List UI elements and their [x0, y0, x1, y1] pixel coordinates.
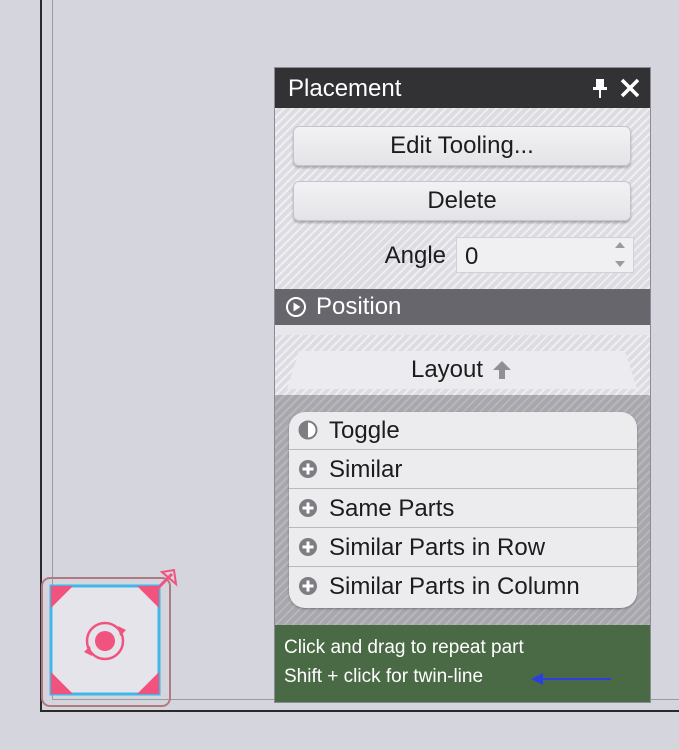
layout-section: Layout Toggle Similar Same Parts Similar… — [275, 325, 650, 625]
position-section-header[interactable]: Position — [275, 289, 650, 325]
hint-text-drag: Click and drag to repeat part — [284, 637, 524, 658]
panel-title: Placement — [288, 75, 402, 102]
spin-up-icon[interactable] — [615, 242, 625, 248]
angle-label: Angle — [384, 242, 446, 269]
resize-arrow-icon[interactable] — [150, 568, 178, 596]
close-icon[interactable] — [619, 77, 641, 99]
plus-circle-icon — [299, 577, 317, 595]
layout-tab[interactable]: Layout — [287, 351, 637, 389]
layout-label: Layout — [410, 356, 484, 383]
layout-options-list: Toggle Similar Same Parts Similar Parts … — [289, 412, 637, 608]
option-label: Toggle — [329, 417, 400, 444]
option-label: Similar Parts in Column — [329, 573, 580, 600]
placement-panel: Placement Edit Tooling... Delete Angle 0… — [274, 67, 651, 703]
option-same-parts[interactable]: Same Parts — [289, 490, 637, 528]
angle-value[interactable]: 0 — [465, 243, 478, 271]
plus-circle-icon — [299, 460, 317, 478]
option-similar-parts-in-row[interactable]: Similar Parts in Row — [289, 529, 637, 567]
arrow-up-icon — [493, 361, 512, 379]
spin-down-icon[interactable] — [615, 261, 625, 267]
pin-icon[interactable] — [591, 77, 609, 99]
hint-text-shift: Shift + click for twin-line — [284, 666, 484, 687]
option-similar-parts-in-column[interactable]: Similar Parts in Column — [289, 568, 637, 606]
delete-button[interactable]: Delete — [293, 181, 631, 221]
panel-header[interactable]: Placement — [275, 68, 650, 108]
plus-circle-icon — [299, 499, 317, 517]
layout-options-area: Toggle Similar Same Parts Similar Parts … — [275, 395, 650, 625]
option-label: Same Parts — [329, 495, 455, 522]
edit-tooling-button[interactable]: Edit Tooling... — [293, 126, 631, 166]
placement-actions: Edit Tooling... Delete Angle 0 — [275, 108, 650, 289]
arrow-left-icon — [531, 673, 611, 685]
position-label: Position — [316, 293, 402, 320]
option-similar[interactable]: Similar — [289, 451, 637, 489]
option-label: Similar Parts in Row — [329, 534, 546, 561]
plus-circle-icon — [299, 538, 317, 556]
half-circle-icon — [298, 420, 318, 440]
hint-box: Click and drag to repeat part Shift + cl… — [275, 625, 650, 702]
option-toggle[interactable]: Toggle — [289, 412, 637, 450]
part-placement-widget[interactable] — [40, 568, 180, 708]
play-circle-icon — [286, 297, 306, 317]
option-label: Similar — [329, 456, 403, 483]
sheet-border-bottom — [40, 710, 679, 712]
angle-input[interactable]: 0 — [456, 237, 634, 273]
